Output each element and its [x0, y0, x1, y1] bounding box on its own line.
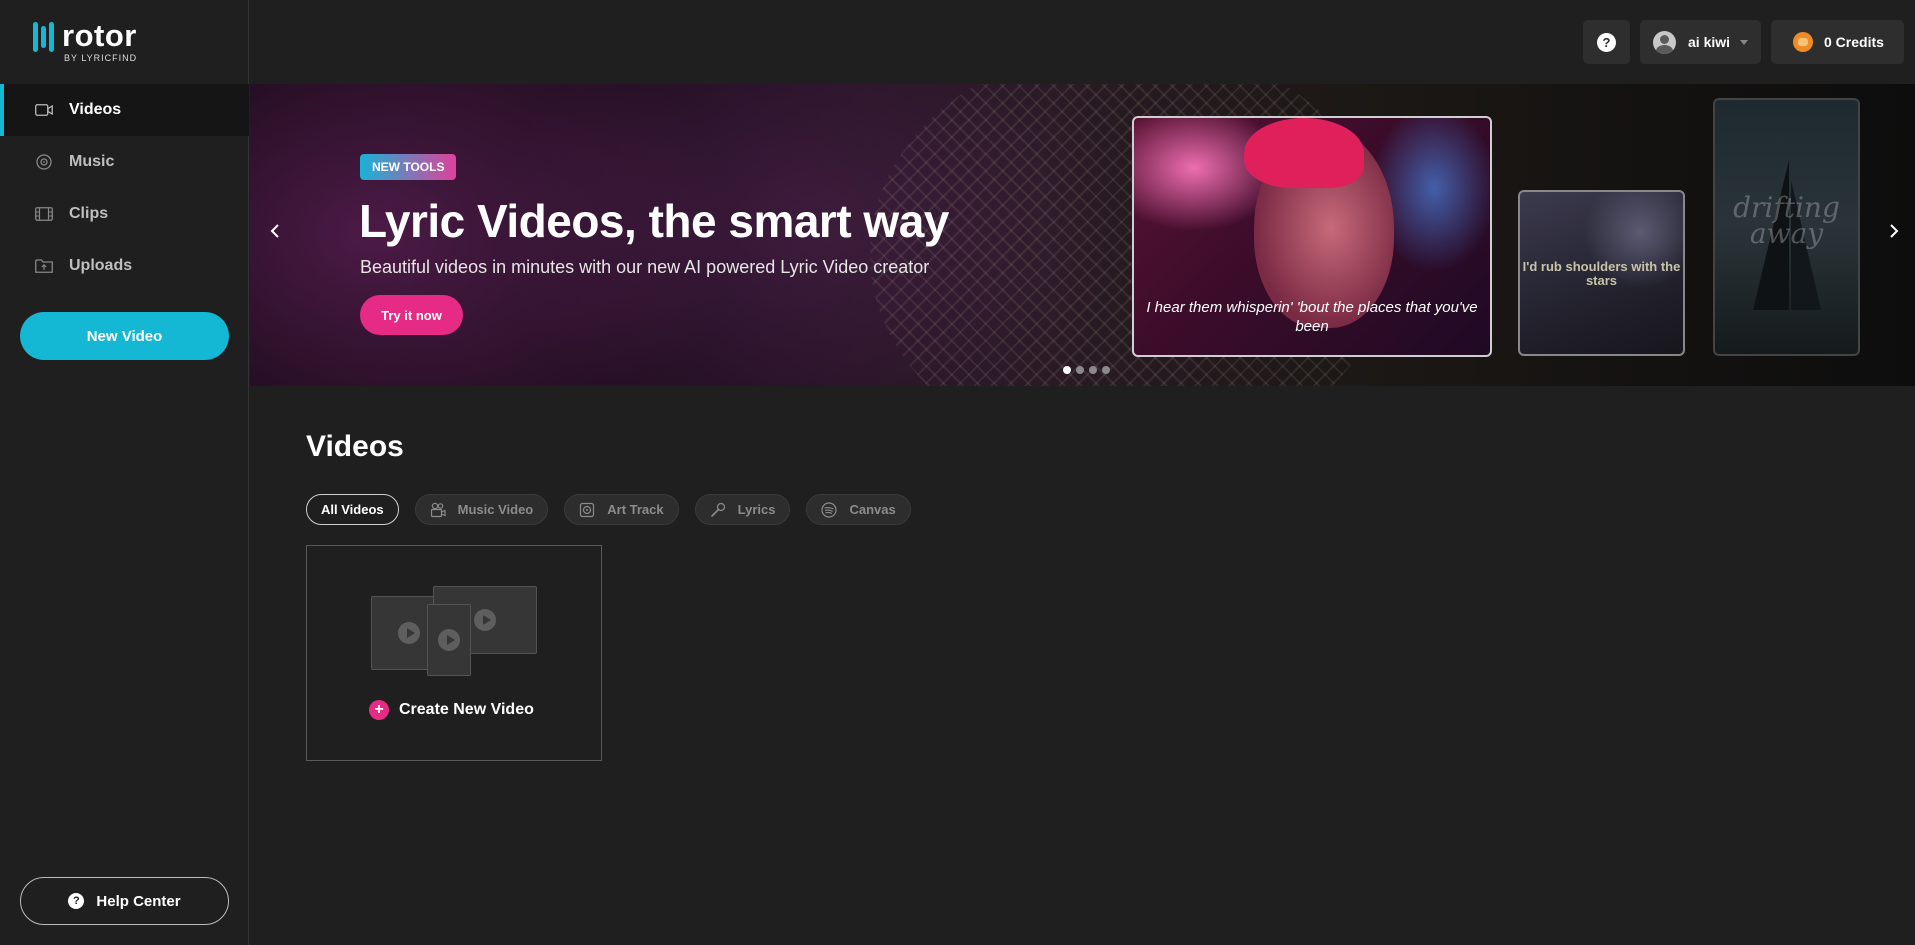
filter-art-track[interactable]: Art Track — [564, 494, 679, 525]
filter-label: Art Track — [607, 502, 664, 517]
carousel-dots — [1063, 366, 1110, 374]
sidebar-item-videos[interactable]: Videos — [0, 84, 249, 136]
logo[interactable]: rotor BY LYRICFIND — [33, 20, 137, 63]
sidebar-item-clips[interactable]: Clips — [0, 188, 249, 240]
hero-carousel: NEW TOOLS Lyric Videos, the smart way Be… — [250, 84, 1915, 386]
preview-card-tall: drifting away — [1713, 98, 1860, 356]
hero-subtitle: Beautiful videos in minutes with our new… — [360, 257, 930, 277]
portrait-hair — [1244, 118, 1364, 188]
rotor-logo-icon — [33, 22, 54, 52]
credits-label: 0 Credits — [1824, 34, 1884, 50]
sidebar-nav: Videos Music Clips Uploads — [0, 84, 249, 292]
microphone-icon — [710, 502, 726, 518]
user-menu[interactable]: ai kiwi — [1640, 20, 1761, 64]
video-camera-icon — [35, 103, 53, 117]
vinyl-disc-icon — [35, 154, 53, 170]
new-video-button[interactable]: New Video — [20, 312, 229, 360]
chevron-right-icon — [1890, 224, 1899, 238]
play-icon — [438, 629, 460, 651]
sidebar-item-uploads[interactable]: Uploads — [0, 240, 249, 292]
sidebar-item-label: Videos — [69, 101, 122, 118]
help-center-button[interactable]: ? Help Center — [20, 877, 229, 925]
film-strip-icon — [35, 207, 53, 221]
upload-folder-icon — [35, 259, 53, 273]
question-circle-icon: ? — [1597, 32, 1616, 52]
filter-label: Lyrics — [737, 502, 776, 517]
carousel-next-button[interactable] — [1882, 219, 1906, 243]
sidebar-item-label: Uploads — [69, 257, 133, 274]
video-stack-illustration — [371, 586, 541, 678]
preview-lyric-small: I'd rub shoulders with the stars — [1522, 259, 1681, 288]
app-root: rotor BY LYRICFIND Videos Music Clips Up… — [0, 0, 1915, 945]
user-name: ai kiwi — [1688, 34, 1731, 50]
new-tools-badge: NEW TOOLS — [360, 154, 457, 180]
plus-circle-icon: + — [369, 700, 389, 720]
filter-lyrics[interactable]: Lyrics — [694, 494, 791, 525]
sidebar-item-music[interactable]: Music — [0, 136, 249, 188]
video-frame — [427, 604, 471, 676]
help-center-label: Help Center — [96, 892, 181, 910]
filter-music-video[interactable]: Music Video — [414, 494, 549, 525]
preview-card-small: I'd rub shoulders with the stars — [1518, 190, 1685, 356]
filter-canvas[interactable]: Canvas — [806, 494, 911, 525]
page-title: Videos — [306, 430, 404, 463]
sidebar-item-label: Clips — [69, 205, 109, 222]
album-art-icon — [579, 502, 595, 518]
preview-card-main: I hear them whisperin' 'bout the places … — [1132, 116, 1492, 357]
logo-subtitle: BY LYRICFIND — [64, 53, 138, 63]
filter-label: Music Video — [457, 502, 534, 517]
video-filter-tabs: All Videos Music Video Art Track Lyrics … — [306, 494, 911, 525]
sidebar-item-label: Music — [69, 153, 115, 170]
help-button[interactable]: ? — [1583, 20, 1630, 64]
preview-lyric-main: I hear them whisperin' 'bout the places … — [1146, 299, 1478, 335]
filter-label: Canvas — [849, 502, 896, 517]
top-bar: ? ai kiwi 0 Credits — [250, 0, 1915, 84]
create-new-video-card[interactable]: + Create New Video — [306, 545, 602, 761]
camera-reel-icon — [430, 502, 446, 518]
spotify-icon — [821, 501, 838, 518]
sidebar: rotor BY LYRICFIND Videos Music Clips Up… — [0, 0, 249, 945]
carousel-dot[interactable] — [1089, 366, 1097, 374]
filter-label: All Videos — [321, 502, 384, 517]
avatar — [1653, 30, 1676, 54]
filter-all-videos[interactable]: All Videos — [306, 494, 399, 525]
question-circle-icon: ? — [68, 893, 85, 909]
coin-icon — [1793, 32, 1813, 52]
preview-lyric-tall: drifting away — [1733, 191, 1840, 250]
play-icon — [398, 622, 420, 644]
create-new-video-label: Create New Video — [399, 701, 534, 718]
chevron-left-icon — [270, 224, 279, 238]
chevron-down-icon — [1740, 39, 1749, 45]
try-it-now-button[interactable]: Try it now — [360, 295, 463, 335]
carousel-dot[interactable] — [1076, 366, 1084, 374]
play-icon — [474, 609, 496, 631]
credits-button[interactable]: 0 Credits — [1771, 20, 1904, 64]
carousel-dot[interactable] — [1102, 366, 1110, 374]
hero-title: Lyric Videos, the smart way — [359, 195, 949, 247]
carousel-dot[interactable] — [1063, 366, 1071, 374]
carousel-prev-button[interactable] — [263, 219, 287, 243]
logo-name: rotor — [62, 18, 137, 53]
